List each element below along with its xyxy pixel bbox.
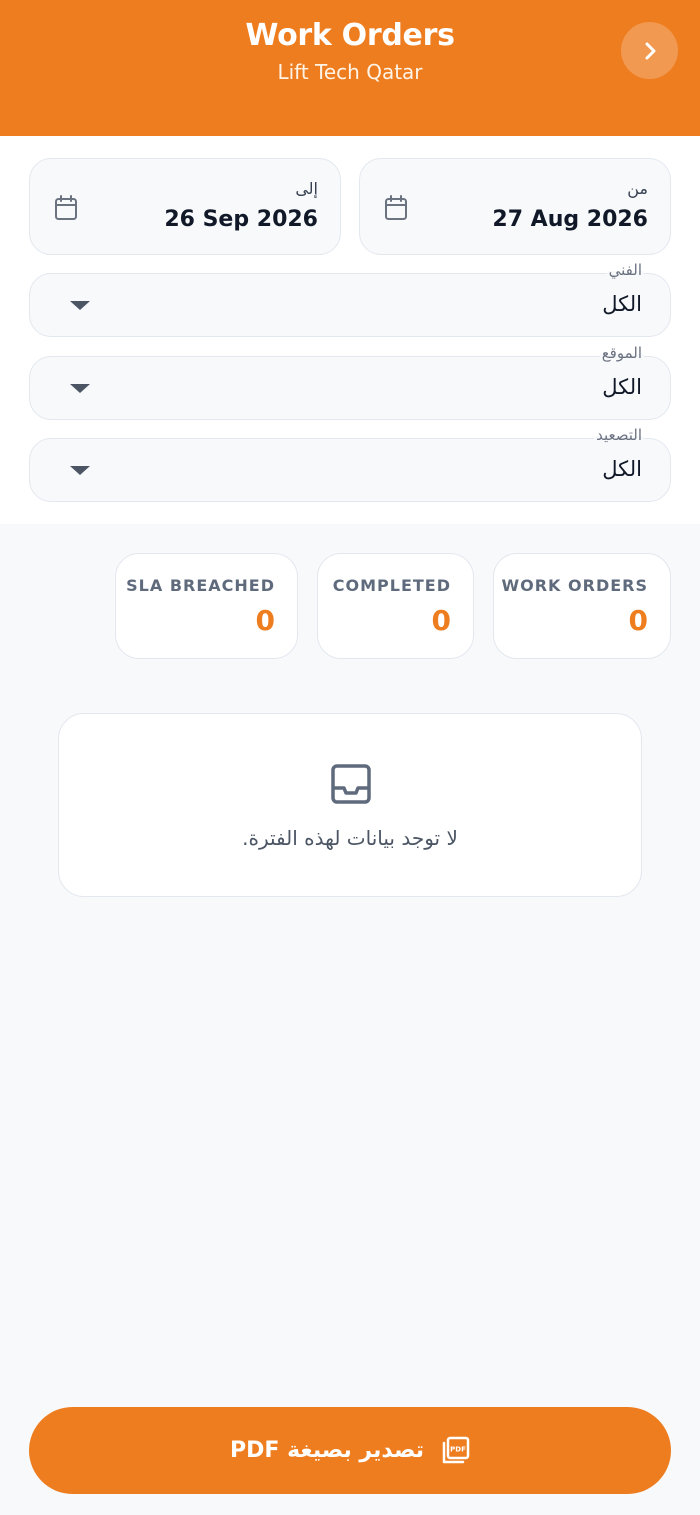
caret-down-icon [70,301,90,310]
export-pdf-label: تصدير بصيغة PDF [230,1438,425,1463]
calendar-icon [55,195,77,220]
svg-text:PDF: PDF [450,1445,466,1453]
caret-down-icon [70,384,90,393]
chevron-right-icon [645,42,655,59]
location-value: الكل [602,375,642,399]
technician-label: الفني [606,261,644,279]
technician-value: الكل [602,292,642,316]
stat-label: WORK ORDERS [501,576,648,595]
app-header: Work Orders Lift Tech Qatar [0,0,700,136]
calendar-icon [385,195,407,220]
stat-value: 0 [431,604,451,637]
inbox-icon [331,764,371,804]
from-date-value: 27 Aug 2026 [492,207,648,232]
to-date-value: 26 Sep 2026 [164,207,318,232]
export-pdf-button[interactable]: PDF تصدير بصيغة PDF [29,1407,671,1494]
stat-label: SLA BREACHED [126,576,275,595]
to-date-label: إلى [295,179,318,198]
from-date-picker[interactable]: من 27 Aug 2026 [359,158,671,255]
location-select[interactable]: الموقع الكل [29,344,671,420]
stat-value: 0 [628,604,648,637]
to-date-picker[interactable]: إلى 26 Sep 2026 [29,158,341,255]
escalation-label: التصعيد [594,426,644,444]
escalation-select[interactable]: التصعيد الكل [29,426,671,502]
page-subtitle: Lift Tech Qatar [277,60,423,84]
location-label: الموقع [599,344,644,362]
empty-state-message: لا توجد بيانات لهذه الفترة. [242,826,458,850]
page-title: Work Orders [245,18,455,53]
stat-value: 0 [255,604,275,637]
escalation-value: الكل [602,457,642,481]
stat-card-completed: COMPLETED 0 [317,553,474,659]
stat-card-sla-breached: SLA BREACHED 0 [115,553,298,659]
stat-label: COMPLETED [332,576,451,595]
from-date-label: من [627,179,648,198]
pdf-icon: PDF [442,1436,470,1463]
stat-card-work-orders: WORK ORDERS 0 [493,553,671,659]
empty-state: لا توجد بيانات لهذه الفترة. [58,713,642,897]
technician-select[interactable]: الفني الكل [29,261,671,337]
back-button[interactable] [621,22,678,79]
filters-panel: من 27 Aug 2026 إلى 26 Sep 2026 الفني الك… [0,136,700,524]
caret-down-icon [70,466,90,475]
